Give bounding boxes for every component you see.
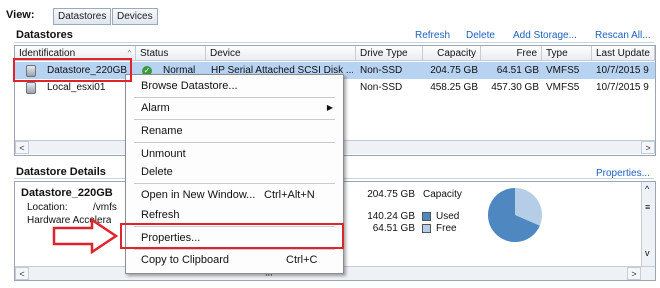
row2-capacity: 458.25 GB (430, 82, 478, 93)
add-storage-link[interactable]: Add Storage... (513, 30, 577, 41)
menu-item-delete[interactable]: Delete (141, 164, 173, 180)
details-free-value: 64.51 GB (372, 223, 415, 234)
row1-drive-type: Non-SSD (360, 65, 403, 76)
col-header-capacity[interactable]: Capacity (423, 46, 481, 61)
row1-free: 64.51 GB (496, 65, 539, 76)
col-header-free[interactable]: Free (481, 46, 542, 61)
red-arrow-icon (52, 218, 119, 254)
scroll-left-icon[interactable]: < (15, 141, 29, 154)
row1-last-update: 10/7/2015 9 (596, 65, 649, 76)
menu-item-refresh[interactable]: Refresh (141, 207, 180, 223)
highlight-properties-item (120, 223, 344, 249)
scroll-grip-icon[interactable]: ≡ (645, 202, 650, 212)
menu-separator (134, 97, 335, 98)
rescan-all-link[interactable]: Rescan All... (595, 30, 651, 41)
usage-pie-chart (488, 188, 542, 242)
details-name: Datastore_220GB (21, 187, 113, 199)
row1-capacity: 204.75 GB (430, 65, 478, 76)
details-title: Datastore Details (16, 166, 106, 178)
datastores-title: Datastores (16, 29, 73, 41)
view-devices-button[interactable]: Devices (112, 8, 158, 25)
submenu-arrow-icon: ▶ (326, 103, 333, 112)
open-new-window-shortcut: Ctrl+Alt+N (264, 189, 315, 201)
row2-drive-type: Non-SSD (360, 82, 403, 93)
menu-item-browse-datastore[interactable]: Browse Datastore... (141, 78, 238, 94)
view-datastores-button[interactable]: Datastores (53, 8, 112, 25)
row2-last-update: 10/7/2015 9 (596, 82, 649, 93)
scroll-up-icon[interactable]: ^ (645, 184, 649, 194)
col-header-status[interactable]: Status (136, 46, 206, 61)
menu-item-unmount[interactable]: Unmount (141, 146, 186, 162)
details-vertical-scrollbar[interactable]: ^ ≡ v (641, 182, 655, 266)
col-header-last-update[interactable]: Last Update (592, 46, 655, 61)
scroll-left-icon[interactable]: < (15, 267, 29, 280)
col-header-drive-type[interactable]: Drive Type (356, 46, 423, 61)
col-header-type[interactable]: Type (542, 46, 592, 61)
menu-item-open-new-window[interactable]: Open in New Window... Ctrl+Alt+N (141, 187, 331, 203)
scroll-down-icon[interactable]: v (645, 248, 650, 258)
details-capacity-label: Capacity (423, 189, 462, 200)
row1-type: VMFS5 (546, 65, 580, 76)
details-capacity-value: 204.75 GB (367, 189, 415, 200)
datastore-icon (26, 82, 36, 94)
row2-identification[interactable]: Local_esxi01 (47, 80, 135, 95)
used-legend-swatch (422, 212, 431, 221)
copy-shortcut: Ctrl+C (286, 254, 318, 266)
scroll-right-icon[interactable]: > (641, 141, 655, 154)
free-legend-swatch (422, 224, 431, 233)
row2-type: VMFS5 (546, 82, 580, 93)
view-label: View: (6, 9, 35, 21)
menu-separator (134, 183, 335, 184)
divider (14, 42, 654, 43)
refresh-link[interactable]: Refresh (415, 30, 450, 41)
menu-separator (134, 119, 335, 120)
menu-separator (134, 249, 335, 250)
menu-item-copy-to-clipboard[interactable]: Copy to Clipboard Ctrl+C (141, 252, 331, 268)
delete-link[interactable]: Delete (466, 30, 495, 41)
col-header-device[interactable]: Device (206, 46, 356, 61)
row2-free: 457.30 GB (491, 82, 539, 93)
menu-separator (134, 142, 335, 143)
scroll-right-icon[interactable]: > (627, 267, 641, 280)
details-free-label: Free (436, 223, 457, 234)
highlight-datastore-row (13, 58, 132, 82)
menu-item-rename[interactable]: Rename (141, 123, 183, 139)
menu-item-alarm[interactable]: Alarm ▶ (141, 100, 333, 116)
